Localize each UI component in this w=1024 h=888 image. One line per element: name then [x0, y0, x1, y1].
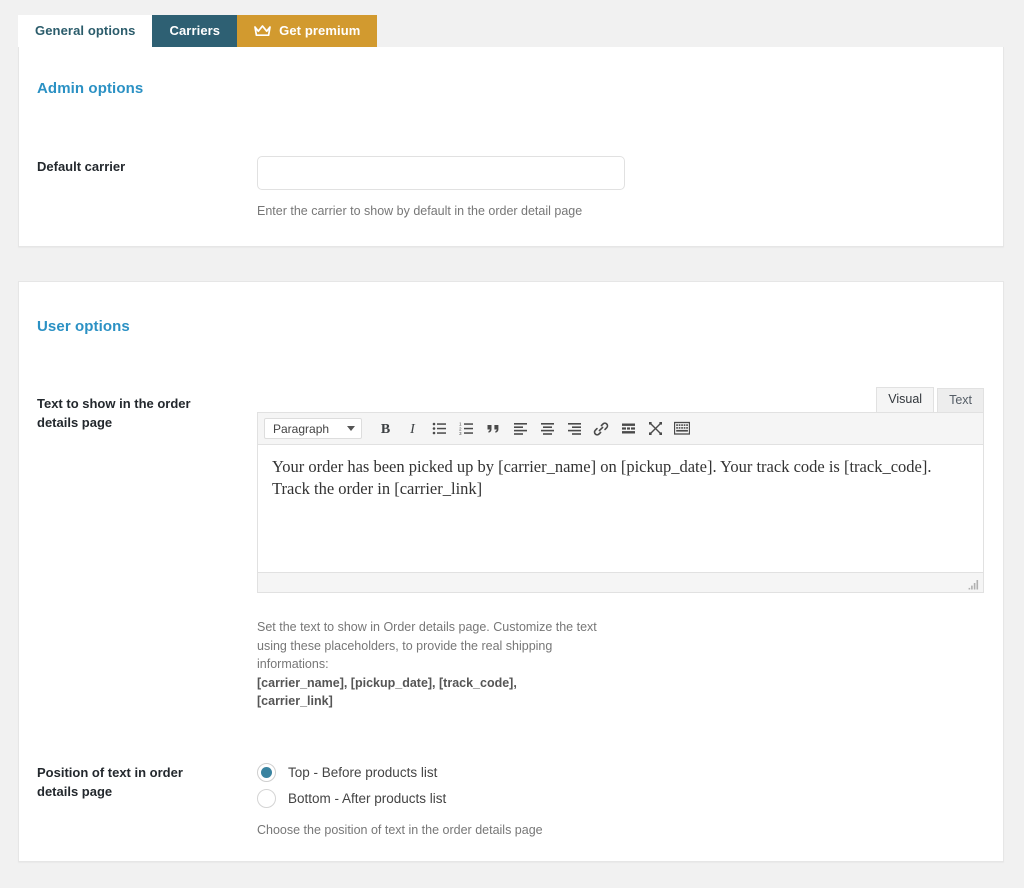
admin-options-heading: Admin options [37, 80, 144, 97]
radio-top-before-products[interactable] [257, 763, 276, 782]
position-label: Position of text in order details page [37, 765, 183, 799]
editor-container: Paragraph B I 1 2 3 Your order has been … [257, 412, 984, 593]
tab-carriers[interactable]: Carriers [152, 15, 238, 47]
blockquote-icon[interactable] [480, 416, 506, 442]
order-text-label: Text to show in the order details page [37, 396, 191, 430]
editor-mode-tabs: Visual Text [876, 387, 984, 413]
editor-toolbar: Paragraph B I 1 2 3 [258, 413, 983, 445]
position-option-top[interactable]: Top - Before products list [257, 763, 437, 782]
order-text-description: Set the text to show in Order details pa… [257, 618, 597, 711]
link-icon[interactable] [588, 416, 614, 442]
default-carrier-description: Enter the carrier to show by default in … [257, 204, 583, 218]
align-left-icon[interactable] [507, 416, 533, 442]
order-text-placeholders-line1: [carrier_name], [pickup_date], [track_co… [257, 675, 517, 690]
editor-resize-handle[interactable] [968, 578, 980, 590]
order-text-description-line3: informations: [257, 657, 329, 671]
settings-tab-bar: General options Carriers Get premium [18, 15, 378, 47]
tab-get-premium[interactable]: Get premium [237, 15, 378, 47]
fullscreen-icon[interactable] [642, 416, 668, 442]
format-select-value: Paragraph [273, 421, 330, 436]
format-select[interactable]: Paragraph [264, 418, 362, 439]
editor-tab-visual[interactable]: Visual [876, 387, 935, 413]
read-more-icon[interactable] [615, 416, 641, 442]
svg-text:3: 3 [459, 431, 462, 436]
order-text-placeholders-line2: [carrier_link] [257, 694, 333, 708]
tab-general-options-label: General options [35, 23, 136, 38]
admin-options-panel: Admin options Default carrier Enter the … [18, 47, 1004, 247]
position-option-top-label[interactable]: Top - Before products list [288, 765, 437, 780]
toolbar-toggle-icon[interactable] [669, 416, 695, 442]
svg-text:I: I [409, 422, 416, 436]
tab-carriers-label: Carriers [169, 23, 221, 38]
position-option-bottom-label[interactable]: Bottom - After products list [288, 791, 446, 806]
italic-icon[interactable]: I [399, 416, 425, 442]
radio-selected-dot-icon [261, 767, 272, 778]
default-carrier-input[interactable] [257, 156, 625, 190]
default-carrier-label: Default carrier [37, 159, 126, 174]
editor-tab-visual-label: Visual [888, 392, 923, 406]
align-right-icon[interactable] [561, 416, 587, 442]
numbered-list-icon[interactable]: 1 2 3 [453, 416, 479, 442]
editor-tab-text-label: Text [949, 393, 972, 407]
editor-status-bar [258, 572, 983, 592]
svg-text:B: B [380, 422, 389, 436]
bold-icon[interactable]: B [372, 416, 398, 442]
editor-content[interactable]: Your order has been picked up by [carrie… [258, 445, 983, 572]
position-description: Choose the position of text in the order… [257, 823, 543, 837]
crown-icon [254, 25, 271, 37]
user-options-heading: User options [37, 318, 130, 335]
user-options-panel: User options Text to show in the order d… [18, 281, 1004, 862]
chevron-down-icon [347, 426, 355, 431]
bulleted-list-icon[interactable] [426, 416, 452, 442]
position-option-bottom[interactable]: Bottom - After products list [257, 789, 446, 808]
align-center-icon[interactable] [534, 416, 560, 442]
tab-general-options[interactable]: General options [18, 15, 153, 47]
editor-tab-text[interactable]: Text [937, 388, 984, 413]
radio-bottom-after-products[interactable] [257, 789, 276, 808]
order-text-description-line1: Set the text to show in Order details pa… [257, 620, 574, 634]
tab-get-premium-label: Get premium [279, 23, 361, 38]
